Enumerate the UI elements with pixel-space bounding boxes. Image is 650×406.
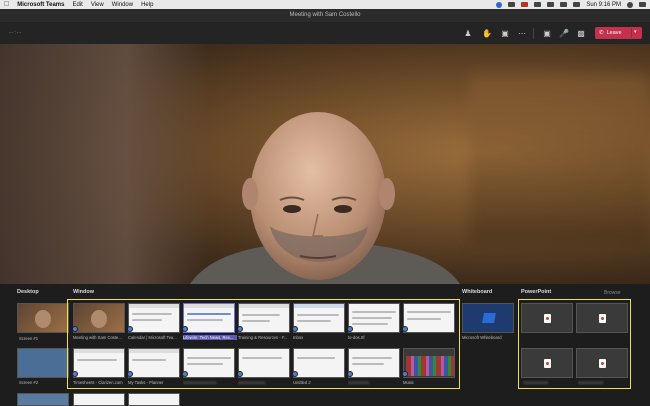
wifi-icon[interactable] <box>573 2 581 7</box>
microphone-icon[interactable]: 🎤 <box>559 28 569 38</box>
window-title: Meeting with Sam Costello <box>289 12 361 18</box>
participant-video <box>0 44 650 284</box>
screen-3-thumbnail[interactable] <box>17 393 69 406</box>
toolbar-divider <box>533 28 534 39</box>
screen-2-thumbnail[interactable] <box>17 348 69 378</box>
whiteboard-icon <box>482 313 496 323</box>
macos-menu-bar:  Microsoft Teams Edit View Window Help … <box>0 0 650 9</box>
search-icon[interactable] <box>627 1 633 8</box>
menu-window[interactable]: Window <box>112 2 133 8</box>
status-icon-4[interactable] <box>534 2 542 7</box>
participants-icon[interactable]: ♟ <box>463 28 473 38</box>
window-thumbnail[interactable] <box>73 393 125 406</box>
participant-figure <box>190 112 460 284</box>
whiteboard-thumbnail[interactable] <box>462 303 514 333</box>
desktop-section-title: Desktop <box>17 289 39 295</box>
status-icon-2[interactable] <box>508 2 516 7</box>
screen-1-thumbnail[interactable] <box>17 303 69 333</box>
window-section-title: Window <box>73 289 95 295</box>
menu-help[interactable]: Help <box>141 2 153 8</box>
control-center-icon[interactable] <box>639 2 646 7</box>
apple-icon[interactable]:  <box>4 0 9 9</box>
screen-2-label: Screen #2 <box>19 380 39 385</box>
clock[interactable]: Sun 9:16 PM <box>586 2 621 8</box>
share-tray: Desktop Window Whiteboard PowerPoint Bro… <box>0 284 650 406</box>
menu-view[interactable]: View <box>91 2 104 8</box>
whiteboard-label: Microsoft Whiteboard <box>462 335 502 340</box>
camera-icon[interactable]: ▣ <box>542 28 552 38</box>
whiteboard-section-title: Whiteboard <box>462 289 493 295</box>
status-icon-1[interactable] <box>496 1 503 8</box>
phone-icon: ✆ <box>599 30 604 36</box>
leave-label: Leave <box>606 30 622 36</box>
status-icon-5[interactable] <box>547 2 555 7</box>
more-options-icon[interactable]: ⋯ <box>517 28 527 38</box>
powerpoint-section-title: PowerPoint <box>521 289 552 295</box>
window-title-bar: Meeting with Sam Costello <box>0 9 650 23</box>
status-icon-3[interactable] <box>521 2 529 7</box>
window-highlight-box <box>67 299 460 389</box>
browse-link[interactable]: Browse <box>604 290 621 296</box>
battery-icon[interactable] <box>560 2 568 7</box>
raise-hand-icon[interactable]: ✋ <box>482 28 492 38</box>
meeting-toolbar: --:-- ♟ ✋ ▣ ⋯ ▣ 🎤 ▩ <box>0 23 650 44</box>
screen-1-label: Screen #1 <box>19 336 39 341</box>
chevron-down-icon[interactable]: ▾ <box>634 29 637 35</box>
menu-edit[interactable]: Edit <box>72 2 82 8</box>
face-thumbnail <box>35 310 51 328</box>
powerpoint-highlight-box <box>518 299 631 389</box>
leave-divider <box>631 28 632 38</box>
rooms-icon[interactable]: ▣ <box>500 28 510 38</box>
leave-button[interactable]: ✆ Leave ▾ <box>595 27 642 39</box>
meeting-timer: --:-- <box>9 30 23 36</box>
app-menu[interactable]: Microsoft Teams <box>17 2 64 8</box>
window-thumbnail[interactable] <box>128 393 180 406</box>
share-screen-icon[interactable]: ▩ <box>576 28 586 38</box>
